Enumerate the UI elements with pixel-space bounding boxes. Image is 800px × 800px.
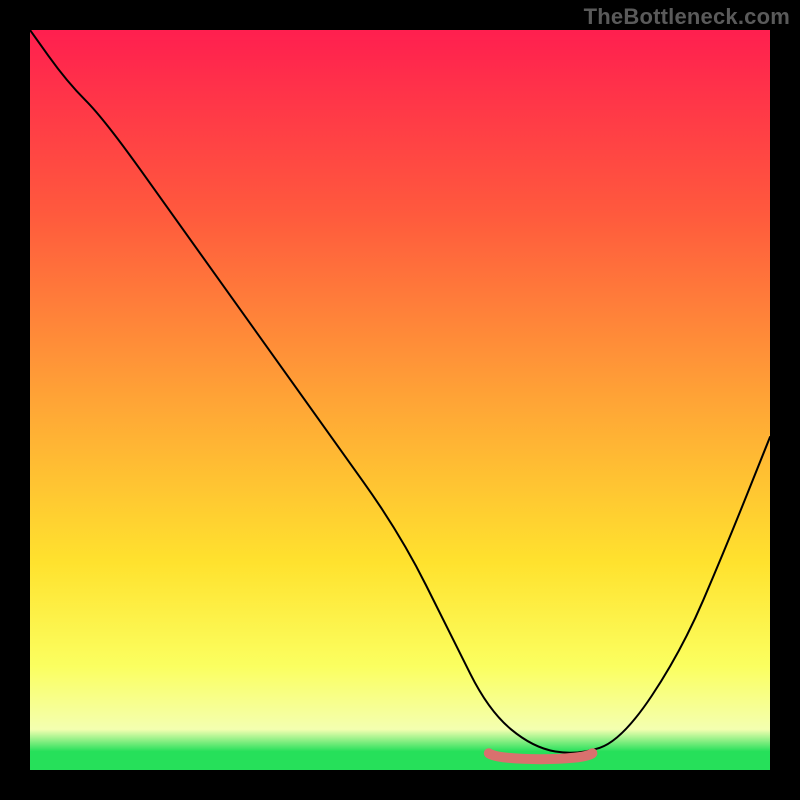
watermark-label: TheBottleneck.com <box>584 4 790 30</box>
bottleneck-curve <box>30 30 770 770</box>
plot-area <box>30 30 770 770</box>
chart-frame: TheBottleneck.com <box>0 0 800 800</box>
